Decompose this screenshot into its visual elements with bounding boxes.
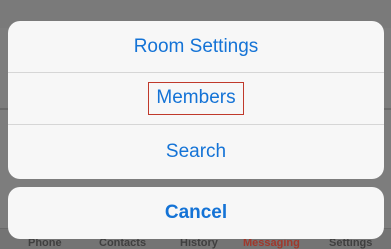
- search-label: Search: [165, 141, 227, 162]
- action-sheet: Room Settings Members Search: [8, 21, 384, 179]
- search-button[interactable]: Search: [8, 125, 384, 179]
- cancel-label: Cancel: [164, 202, 228, 223]
- cancel-button[interactable]: Cancel: [8, 187, 384, 239]
- room-settings-button[interactable]: Room Settings: [8, 21, 384, 73]
- members-highlight: Members: [148, 82, 244, 115]
- members-button[interactable]: Members: [8, 73, 384, 125]
- members-label: Members: [156, 87, 236, 108]
- room-settings-label: Room Settings: [133, 35, 259, 57]
